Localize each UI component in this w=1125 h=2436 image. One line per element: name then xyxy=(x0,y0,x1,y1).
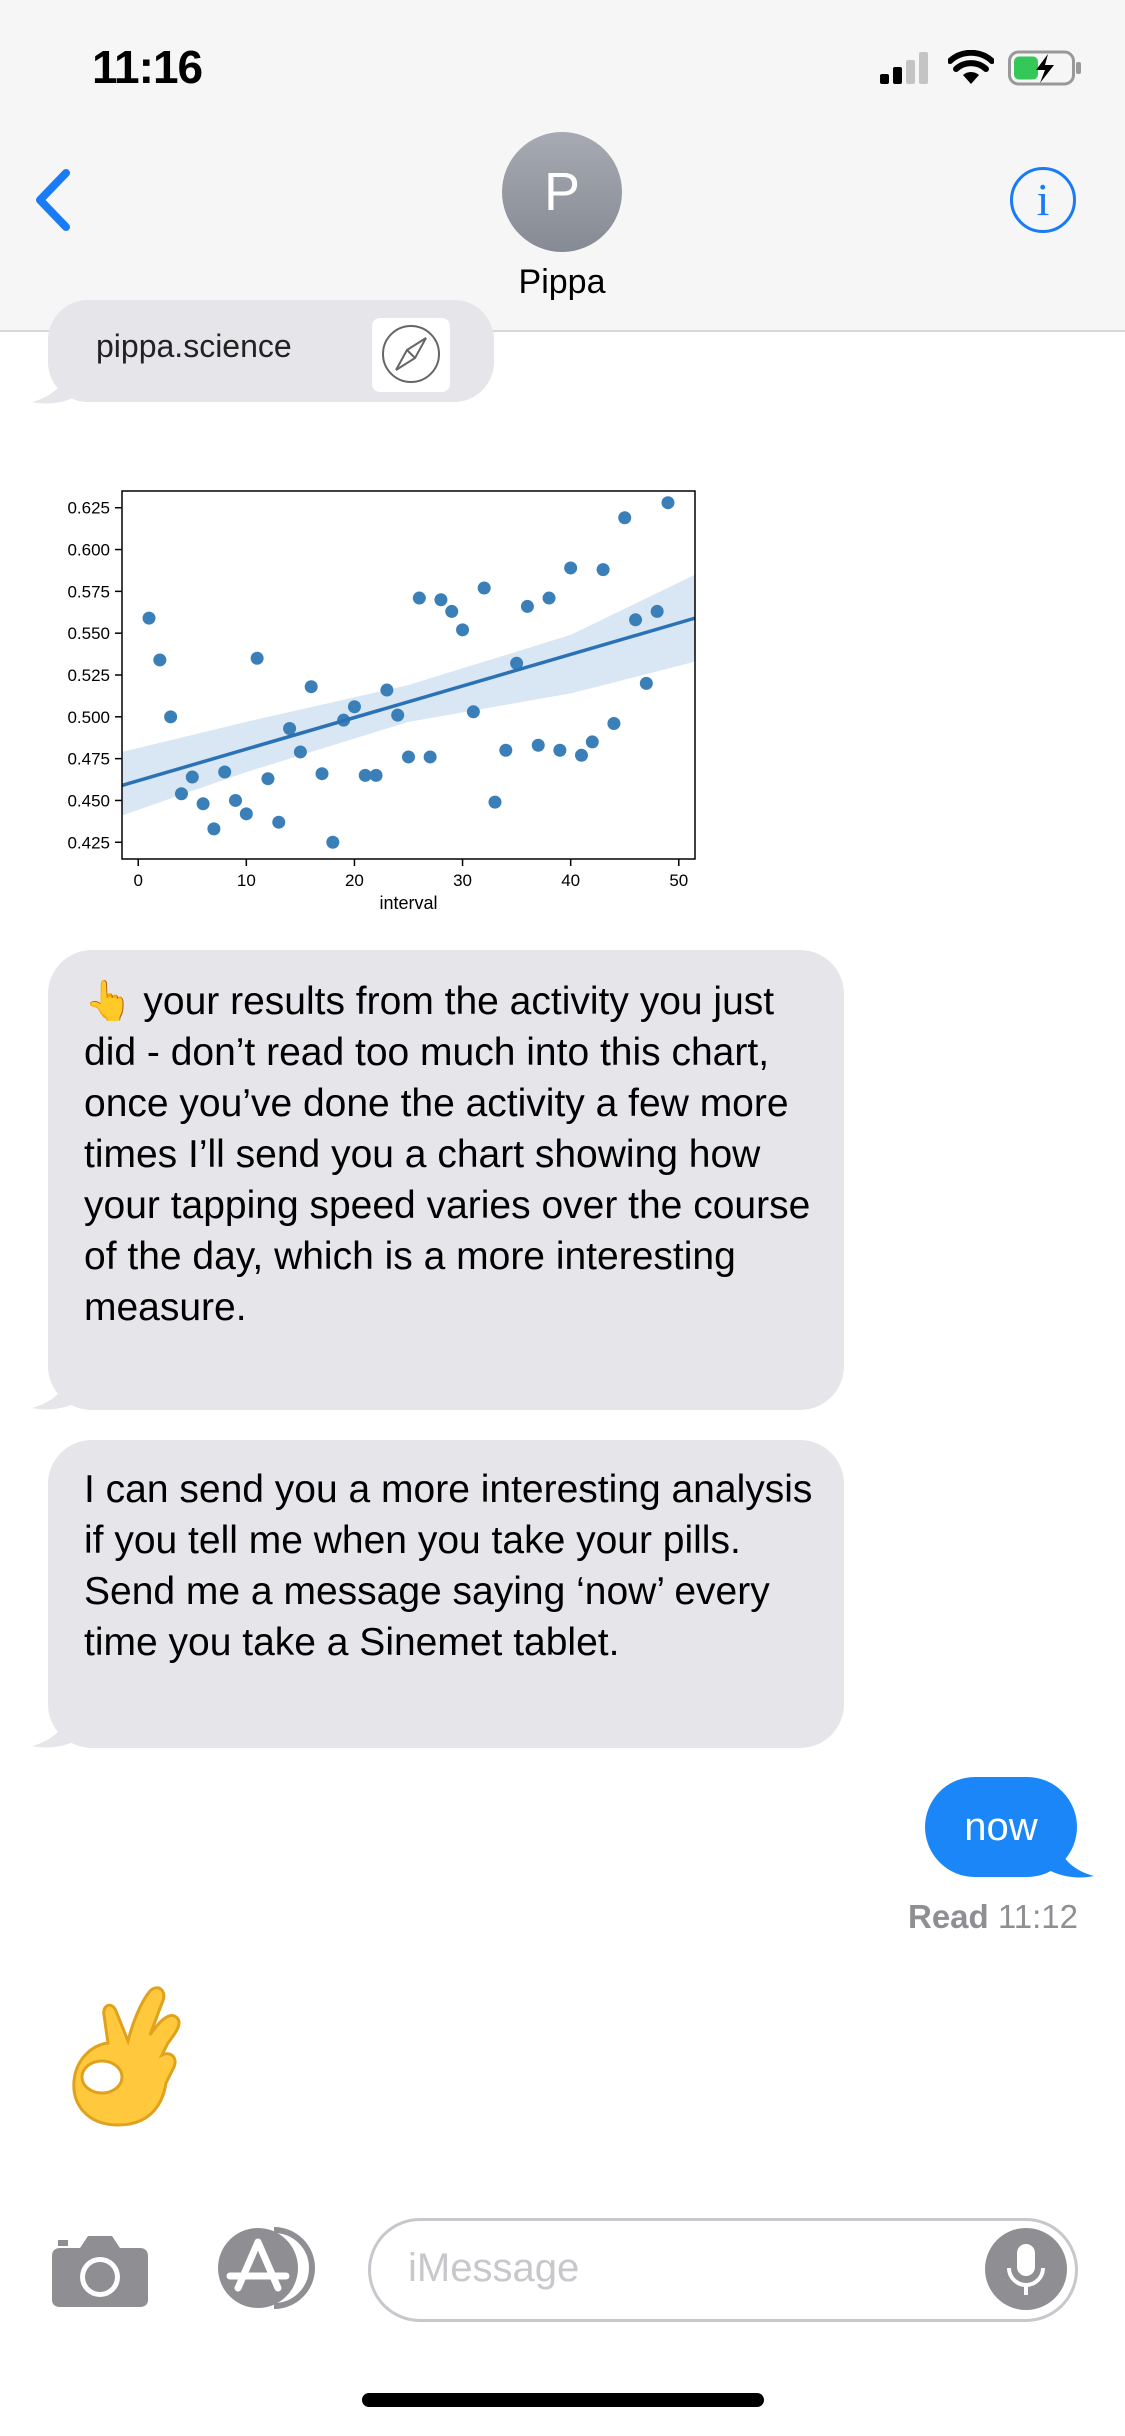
x-tick-label: 40 xyxy=(561,871,580,890)
data-point xyxy=(315,767,329,781)
data-point xyxy=(218,765,232,779)
y-tick-label: 0.625 xyxy=(67,499,110,518)
data-point xyxy=(618,511,632,525)
data-point xyxy=(585,735,599,749)
confidence-band xyxy=(122,574,695,816)
data-point xyxy=(304,680,318,694)
data-point xyxy=(261,772,275,786)
info-button[interactable]: i xyxy=(1010,167,1076,233)
read-label: Read xyxy=(907,1898,989,1935)
bubble-tail xyxy=(1040,1838,1094,1878)
data-point xyxy=(293,745,307,759)
x-tick-label: 50 xyxy=(669,871,688,890)
y-tick-label: 0.550 xyxy=(67,624,110,643)
app-store-icon[interactable] xyxy=(208,2226,318,2310)
y-tick-label: 0.450 xyxy=(67,791,110,810)
data-point xyxy=(347,700,361,714)
microphone-icon[interactable] xyxy=(985,2228,1067,2310)
x-tick-label: 0 xyxy=(133,871,142,890)
y-tick-label: 0.425 xyxy=(67,833,110,852)
message-input-placeholder[interactable]: iMessage xyxy=(408,2246,579,2291)
data-point xyxy=(272,815,286,829)
y-tick-label: 0.475 xyxy=(67,750,110,769)
data-point xyxy=(542,591,556,605)
data-point xyxy=(250,651,264,665)
data-point xyxy=(239,807,253,821)
data-point xyxy=(283,722,297,736)
home-indicator xyxy=(362,2393,764,2407)
data-point xyxy=(466,705,480,719)
data-point xyxy=(174,787,188,801)
camera-icon[interactable] xyxy=(50,2232,150,2308)
data-point xyxy=(142,611,156,625)
x-tick-label: 20 xyxy=(345,871,364,890)
x-tick-label: 30 xyxy=(453,871,472,890)
data-point xyxy=(499,743,513,757)
data-point xyxy=(423,750,437,764)
bubble-tail xyxy=(32,1370,86,1410)
y-tick-label: 0.600 xyxy=(67,541,110,560)
data-point xyxy=(380,683,394,697)
data-point xyxy=(574,748,588,762)
data-point xyxy=(369,768,383,782)
x-axis-label: interval xyxy=(379,893,437,913)
read-time: 11:12 xyxy=(997,1898,1078,1935)
data-point xyxy=(456,623,470,637)
data-point xyxy=(661,496,675,510)
safari-compass-icon xyxy=(372,318,450,392)
status-time: 11:16 xyxy=(92,41,203,93)
data-point xyxy=(607,717,621,731)
data-point xyxy=(153,653,167,667)
received-message-bubble[interactable]: 👆 your results from the activity you jus… xyxy=(48,950,844,1410)
wifi-icon xyxy=(948,50,994,84)
y-tick-label: 0.525 xyxy=(67,666,110,685)
data-point xyxy=(639,676,653,690)
data-point xyxy=(520,599,534,613)
data-point xyxy=(596,563,610,577)
contact-avatar[interactable]: P xyxy=(502,132,622,252)
received-message-bubble[interactable]: I can send you a more interesting analys… xyxy=(48,1440,844,1748)
data-point xyxy=(164,710,178,724)
bubble-tail xyxy=(32,364,86,404)
contact-name[interactable]: Pippa xyxy=(462,263,662,302)
data-point xyxy=(553,743,567,757)
read-receipt: Read 11:12 xyxy=(860,1898,1078,1936)
data-point xyxy=(477,581,491,595)
back-chevron-icon[interactable] xyxy=(30,165,80,235)
data-point xyxy=(445,604,459,618)
data-point xyxy=(229,793,243,807)
data-point xyxy=(564,561,578,575)
data-point xyxy=(650,604,664,618)
y-tick-label: 0.500 xyxy=(67,708,110,727)
data-point xyxy=(434,593,448,607)
data-point xyxy=(531,738,545,752)
bubble-tail xyxy=(32,1708,86,1748)
data-point xyxy=(196,797,210,811)
data-point xyxy=(488,795,502,809)
data-point xyxy=(412,591,426,605)
ok-hand-emoji-icon[interactable] xyxy=(58,1985,188,2135)
data-point xyxy=(185,770,199,784)
data-point xyxy=(402,750,415,764)
x-tick-label: 10 xyxy=(237,871,256,890)
cellular-signal-icon xyxy=(880,52,928,84)
data-point xyxy=(629,613,643,627)
y-tick-label: 0.575 xyxy=(67,582,110,601)
regression-scatter-chart[interactable]: 0.425 0.450 0.475 0.500 0.525 0.550 0.575 0.600… xyxy=(40,470,712,920)
battery-charging-icon xyxy=(1008,50,1081,86)
data-point xyxy=(326,835,340,849)
data-point xyxy=(391,708,405,722)
link-preview-title[interactable]: pippa.science xyxy=(96,328,292,365)
data-point xyxy=(207,822,221,836)
